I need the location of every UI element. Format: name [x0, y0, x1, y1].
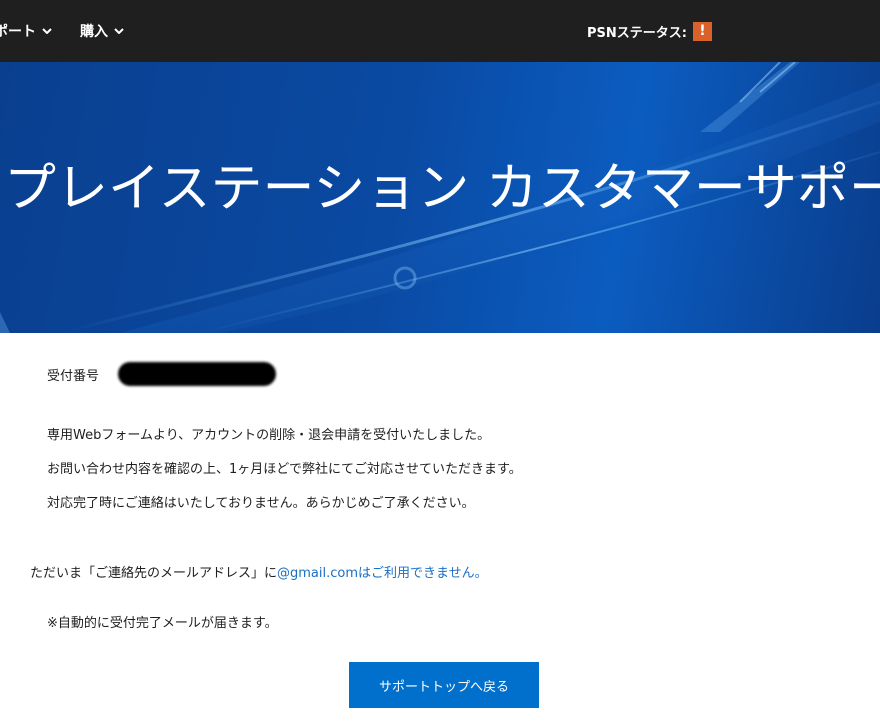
- email-note-prefix: ただいま「ご連絡先のメールアドレス」に: [30, 566, 278, 581]
- nav-buy-menu[interactable]: 購入: [80, 20, 124, 42]
- auto-email-note: ※自動的に受付完了メールが届きます。: [47, 616, 278, 631]
- chevron-down-icon: [114, 28, 124, 34]
- psn-status[interactable]: PSNステータス: !: [587, 20, 712, 42]
- confirmation-message: 専用Webフォームより、アカウントの削除・退会申請を受付いたしました。: [47, 428, 491, 443]
- receipt-number-label: 受付番号: [47, 369, 100, 384]
- receipt-number-row: 受付番号: [47, 365, 99, 384]
- chevron-down-icon: [42, 28, 52, 34]
- hero-banner: プレイステーション カスタマーサポート: [0, 62, 880, 333]
- email-note: ただいま「ご連絡先のメールアドレス」に@gmail.comはご利用できません。: [30, 562, 488, 581]
- page-title: プレイステーション カスタマーサポート: [4, 159, 880, 219]
- no-notice-message: 対応完了時にご連絡はいたしておりません。あらかじめご了承ください。: [47, 496, 475, 511]
- receipt-number-redacted: [118, 362, 276, 386]
- nav-support-label: ポート: [0, 24, 36, 40]
- back-to-support-button[interactable]: サポートトップへ戻る: [349, 662, 539, 708]
- email-note-domain: @gmail.comはご利用できません。: [277, 566, 488, 581]
- top-navigation: ポート 購入 PSNステータス: !: [0, 0, 880, 62]
- nav-buy-label: 購入: [80, 24, 108, 40]
- psn-status-label: PSNステータス:: [587, 25, 687, 41]
- processing-message: お問い合わせ内容を確認の上、1ヶ月ほどで弊社にてご対応させていただきます。: [47, 462, 522, 477]
- nav-support-menu[interactable]: ポート: [0, 20, 52, 42]
- alert-icon: !: [692, 21, 712, 41]
